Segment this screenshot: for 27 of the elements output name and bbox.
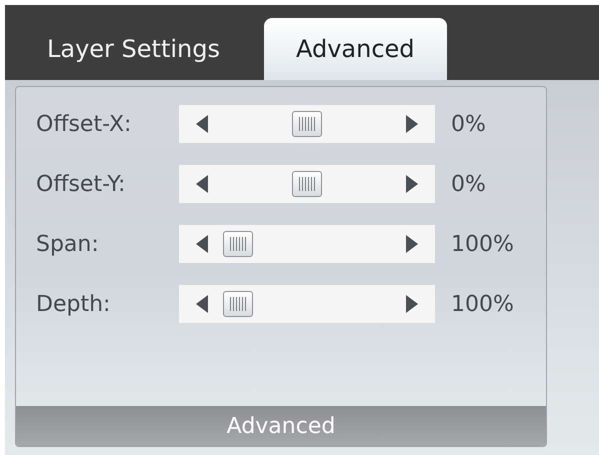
left-arrow-icon[interactable] [196,235,208,253]
left-arrow-icon[interactable] [196,175,208,193]
field-label: Offset-Y: [36,170,126,198]
slider-thumb[interactable] [292,111,322,137]
field-label: Span: [36,230,100,258]
slider-track[interactable] [179,165,435,203]
value-reading: 100% [451,230,514,258]
slider-track[interactable] [179,105,435,143]
group-caption: Advanced [16,406,546,446]
slider-track[interactable] [179,225,435,263]
right-arrow-icon[interactable] [406,235,418,253]
field-label: Offset-X: [36,110,132,138]
right-arrow-icon[interactable] [406,295,418,313]
right-arrow-icon[interactable] [406,175,418,193]
tab[interactable]: Layer Settings [33,18,234,80]
right-arrow-icon[interactable] [406,115,418,133]
slider-thumb[interactable] [292,171,322,197]
slider-thumb[interactable] [222,291,253,317]
tab[interactable]: Advanced [264,18,447,80]
left-arrow-icon[interactable] [196,115,208,133]
slider-track[interactable] [179,285,435,323]
value-reading: 0% [451,110,486,138]
value-reading: 0% [451,170,486,198]
value-reading: 100% [451,290,514,318]
slider-thumb[interactable] [222,231,253,257]
left-arrow-icon[interactable] [196,295,208,313]
field-label: Depth: [36,290,112,318]
